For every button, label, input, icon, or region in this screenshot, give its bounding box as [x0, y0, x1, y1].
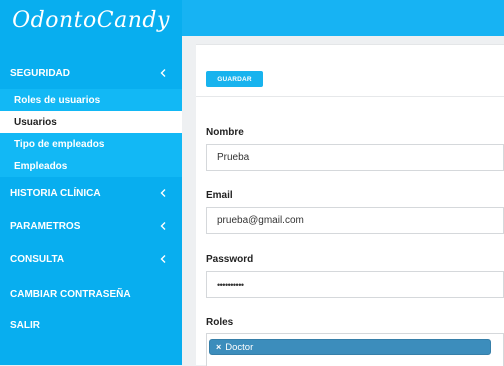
sidebar-subitem-roles-de-usuarios[interactable]: Roles de usuarios: [0, 89, 182, 111]
email-label: Email: [206, 190, 233, 201]
close-icon[interactable]: ×: [216, 342, 221, 352]
sidebar-item-seguridad[interactable]: SEGURIDAD: [0, 58, 182, 88]
nombre-field[interactable]: Prueba: [206, 144, 504, 171]
sidebar-item-label: CAMBIAR CONTRASEÑA: [10, 288, 131, 300]
sidebar-subitem-label: Tipo de empleados: [14, 138, 105, 150]
user-form-panel: GUARDAR Nombre Prueba Email prueba@gmail…: [196, 44, 504, 366]
chevron-left-icon: [158, 188, 168, 198]
email-field[interactable]: prueba@gmail.com: [206, 207, 504, 234]
sidebar-item-parametros[interactable]: PARAMETROS: [0, 211, 182, 241]
sidebar-item-historia-clinica[interactable]: HISTORIA CLÍNICA: [0, 178, 182, 208]
role-tag-label: Doctor: [225, 341, 254, 353]
roles-multiselect[interactable]: × Doctor: [206, 333, 504, 366]
divider: [196, 96, 504, 97]
sidebar-subitem-label: Roles de usuarios: [14, 94, 101, 106]
sidebar-item-label: SEGURIDAD: [10, 67, 71, 79]
sidebar-item-label: PARAMETROS: [10, 220, 81, 232]
sidebar-item-salir[interactable]: SALIR: [0, 310, 182, 340]
sidebar-item-label: CONSULTA: [10, 253, 65, 265]
sidebar-subitem-label: Empleados: [14, 160, 68, 172]
sidebar-subitem-label: Usuarios: [14, 116, 57, 128]
chevron-left-icon: [158, 221, 168, 231]
sidebar-subitem-empleados[interactable]: Empleados: [0, 155, 182, 177]
chevron-left-icon: [158, 254, 168, 264]
sidebar: SEGURIDAD Roles de usuarios Usuarios Tip…: [0, 40, 182, 365]
sidebar-item-cambiar-contrasena[interactable]: CAMBIAR CONTRASEÑA: [0, 279, 182, 309]
role-tag-doctor: × Doctor: [209, 339, 491, 355]
main-content: GUARDAR Nombre Prueba Email prueba@gmail…: [182, 36, 504, 366]
app-logo[interactable]: OdontoCandy: [0, 0, 182, 40]
password-label: Password: [206, 254, 254, 265]
sidebar-item-consulta[interactable]: CONSULTA: [0, 244, 182, 274]
password-field[interactable]: ••••••••••: [206, 271, 504, 298]
sidebar-item-label: HISTORIA CLÍNICA: [10, 187, 101, 199]
save-button[interactable]: GUARDAR: [206, 71, 263, 87]
roles-label: Roles: [206, 317, 234, 328]
sidebar-subitem-tipo-de-empleados[interactable]: Tipo de empleados: [0, 133, 182, 155]
nombre-label: Nombre: [206, 127, 244, 138]
sidebar-item-label: SALIR: [10, 319, 40, 331]
logo-text: OdontoCandy: [12, 7, 170, 33]
sidebar-subitem-usuarios[interactable]: Usuarios: [0, 111, 182, 133]
chevron-left-icon: [158, 68, 168, 78]
